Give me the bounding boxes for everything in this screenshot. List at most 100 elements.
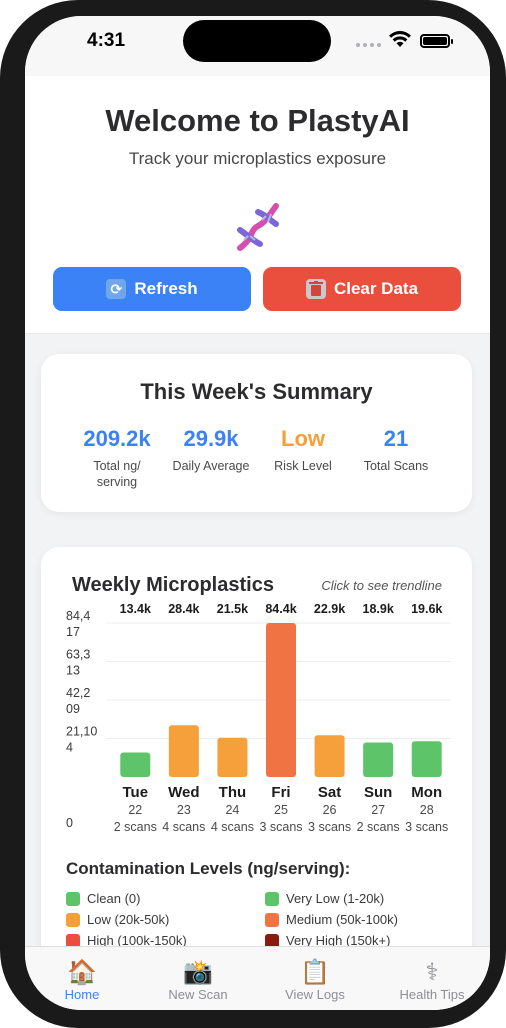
x-tick-label: Sun [364, 784, 392, 801]
wifi-icon [389, 31, 411, 47]
legend-label: Very Low (1-20k) [286, 891, 385, 906]
stat-total-label: Total ng/ serving [93, 459, 141, 489]
x-scans-label: 2 scans [357, 820, 400, 834]
legend-label: Clean (0) [87, 891, 141, 906]
x-date-label: 22 [128, 803, 142, 817]
dynamic-island [183, 20, 331, 62]
legend-label: Low (20k-50k) [87, 912, 170, 927]
x-date-label: 24 [225, 803, 239, 817]
stat-daily-average: 29.9k Daily Average [161, 426, 261, 474]
bar[interactable] [266, 623, 296, 777]
clear-data-button-label: Clear Data [333, 279, 419, 298]
legend-swatch [66, 912, 80, 927]
bar-value-label: 13.4k [120, 602, 151, 616]
y-tick-label: 09 [66, 702, 80, 716]
tab-view-logs-label: View Logs [285, 987, 345, 1002]
x-scans-label: 4 scans [211, 820, 254, 834]
y-tick-label: 13 [66, 663, 80, 677]
x-date-label: 28 [420, 803, 434, 817]
tab-new-scan[interactable]: 📸 New Scan [143, 959, 253, 1002]
bar[interactable] [411, 741, 442, 777]
bar[interactable] [314, 735, 345, 777]
stat-total-value: 209.2k [83, 426, 151, 451]
stat-risk-level-label: Risk Level [274, 459, 332, 473]
clipboard-icon: 📋 [300, 959, 330, 986]
refresh-icon: ⟳ [106, 279, 127, 299]
summary-title: This Week's Summary [140, 379, 373, 404]
tab-view-logs[interactable]: 📋 View Logs [260, 959, 370, 1002]
bar-value-label: 18.9k [363, 602, 394, 616]
x-scans-label: 3 scans [259, 820, 302, 834]
bar[interactable] [217, 737, 248, 777]
page-subtitle: Track your microplastics exposure [128, 149, 387, 168]
x-scans-label: 3 scans [405, 820, 448, 834]
caduceus-icon: ⚕ [425, 959, 439, 986]
refresh-button[interactable]: ⟳ Refresh [53, 267, 251, 311]
x-date-label: 26 [323, 803, 337, 817]
x-scans-label: 3 scans [308, 820, 351, 834]
y-tick-label: 4 [66, 741, 73, 755]
legend-title: Contamination Levels (ng/serving): [66, 859, 351, 878]
tab-home[interactable]: 🏠 Home [27, 959, 137, 1002]
tab-health-tips[interactable]: ⚕ Health Tips [377, 959, 487, 1002]
weekly-chart-card: Weekly Microplastics Click to see trendl… [41, 547, 472, 1010]
device-frame: 4:31 Welcome to PlastyAI Track your micr… [0, 0, 506, 1028]
legend-item: Very Low (1-20k) [265, 891, 384, 906]
x-date-label: 27 [371, 803, 385, 817]
legend-item: Clean (0) [66, 891, 140, 906]
x-tick-label: Wed [168, 784, 199, 801]
legend-swatch [265, 891, 279, 906]
bar[interactable] [168, 725, 199, 777]
x-date-label: 23 [177, 803, 191, 817]
clear-data-button[interactable]: Clear Data [263, 267, 461, 311]
x-scans-label: 2 scans [114, 820, 157, 834]
y-tick-label: 63,3 [66, 647, 90, 661]
legend-item: Medium (50k-100k) [265, 912, 398, 927]
legend-swatch [265, 912, 279, 927]
y-tick-label: 17 [66, 625, 80, 639]
status-time: 4:31 [87, 30, 126, 51]
trash-icon [305, 279, 326, 299]
stat-risk-level: Low Risk Level [253, 426, 353, 474]
refresh-button-label: Refresh [134, 279, 198, 298]
x-tick-label: Mon [411, 784, 442, 801]
trendline-hint[interactable]: Click to see trendline [321, 578, 442, 593]
x-date-label: 25 [274, 803, 288, 817]
stat-total: 209.2k Total ng/ serving [67, 426, 167, 490]
bar-value-label: 21.5k [217, 602, 248, 616]
x-tick-label: Sat [318, 784, 341, 801]
tab-home-label: Home [64, 987, 100, 1002]
weekly-bar-chart[interactable]: 84,4 17 63,3 13 42,2 09 21,10 4 0 13.4k Tue 22 2 sca… [41, 597, 472, 842]
x-tick-label: Thu [219, 784, 247, 801]
y-tick-label: 0 [66, 816, 73, 830]
dna-icon [237, 203, 279, 251]
y-tick-label: 84,4 [66, 609, 90, 623]
house-icon: 🏠 [67, 959, 97, 986]
battery-icon [420, 34, 453, 48]
x-tick-label: Tue [123, 784, 149, 801]
stat-daily-average-value: 29.9k [183, 426, 239, 451]
app-header: Welcome to PlastyAI Track your microplas… [25, 76, 490, 334]
app-screen: 4:31 Welcome to PlastyAI Track your micr… [25, 16, 490, 1010]
stat-total-scans: 21 Total Scans [346, 426, 446, 474]
tab-health-tips-label: Health Tips [399, 987, 465, 1002]
stat-risk-level-value: Low [281, 426, 325, 451]
bar-value-label: 84.4k [265, 602, 296, 616]
weekly-summary-card: This Week's Summary 209.2k Total ng/ ser… [41, 354, 472, 512]
bar-value-label: 22.9k [314, 602, 345, 616]
bar-value-label: 28.4k [168, 602, 199, 616]
bar[interactable] [363, 742, 394, 777]
cellular-signal-icon [356, 43, 381, 47]
stat-total-scans-label: Total Scans [363, 459, 429, 473]
bar[interactable] [120, 752, 151, 777]
y-tick-label: 21,10 [66, 725, 97, 739]
legend-label: Medium (50k-100k) [286, 912, 398, 927]
y-tick-label: 42,2 [66, 686, 90, 700]
camera-icon: 📸 [183, 959, 213, 986]
x-tick-label: Fri [271, 784, 290, 801]
legend-swatch [66, 891, 80, 906]
x-scans-label: 4 scans [162, 820, 205, 834]
page-title: Welcome to PlastyAI [105, 103, 410, 138]
tab-new-scan-label: New Scan [168, 987, 228, 1002]
bottom-tab-bar: 🏠 Home 📸 New Scan 📋 View Logs ⚕ Health T… [25, 946, 490, 1010]
